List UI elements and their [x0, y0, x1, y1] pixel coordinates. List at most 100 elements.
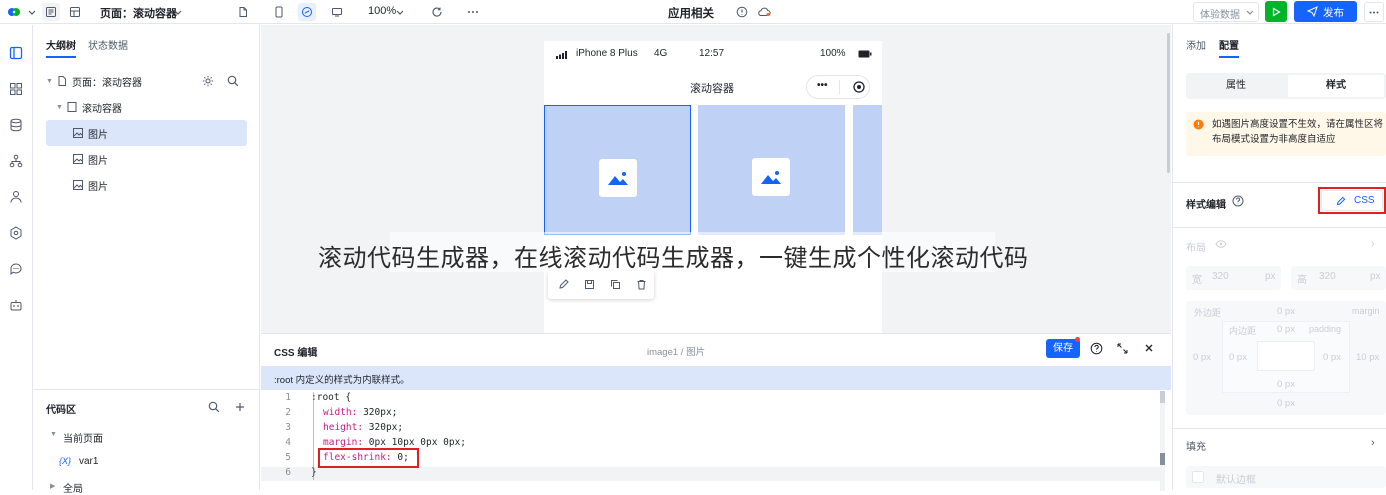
code-search-icon[interactable] [208, 401, 220, 413]
database-icon[interactable] [6, 115, 26, 135]
outline-panel-icon[interactable] [6, 43, 26, 63]
padding-right-value[interactable]: 0 px [1323, 352, 1341, 363]
fill-chevron-icon[interactable]: › [1371, 437, 1375, 449]
components-icon[interactable] [6, 79, 26, 99]
warning-icon [1193, 119, 1204, 130]
default-border-option[interactable]: 默认边框 [1186, 466, 1386, 488]
close-icon[interactable] [1143, 342, 1155, 354]
delete-icon[interactable] [636, 279, 647, 290]
zoom-chevron-icon[interactable] [394, 3, 406, 21]
experience-data-label: 体验数据 [1200, 10, 1240, 21]
tree-node-scroll-container[interactable]: ▼ 滚动容器 [46, 95, 247, 119]
layout-chevron-icon[interactable]: › [1371, 238, 1375, 250]
more-actions-button[interactable] [1364, 2, 1384, 22]
send-icon [1307, 6, 1318, 17]
image-card-partial[interactable] [853, 105, 882, 235]
settings-icon[interactable] [6, 223, 26, 243]
tree-node-page[interactable]: ▼ 页面：滚动容器 [46, 69, 247, 93]
status-battery: 100% [820, 48, 846, 59]
expand-caret-icon[interactable]: ▼ [56, 104, 66, 111]
help-icon[interactable] [1090, 342, 1103, 355]
user-permission-icon[interactable] [6, 187, 26, 207]
tree-node-image-selected[interactable]: 图片 [46, 120, 247, 146]
margin-top-value[interactable]: 0 px [1277, 306, 1295, 317]
expand-caret-icon[interactable]: ▼ [46, 78, 56, 85]
layout-view-icon[interactable] [66, 3, 84, 21]
app-logo-icon[interactable] [5, 3, 23, 21]
height-input[interactable]: 高 320 px [1291, 266, 1386, 290]
image-card-selected[interactable] [544, 105, 691, 235]
global-group[interactable]: 全局 [63, 480, 83, 495]
height-unit: px [1370, 271, 1381, 282]
preview-run-button[interactable] [1265, 1, 1287, 22]
battery-icon [858, 50, 872, 58]
cloud-sync-icon[interactable] [755, 3, 773, 21]
code-area[interactable]: 1:root { 2 width: 320px; 3 height: 320px; … [261, 391, 1171, 491]
experience-data-select[interactable]: 体验数据 [1193, 2, 1259, 22]
padding-top-value[interactable]: 0 px [1277, 324, 1295, 335]
expand-caret-icon[interactable]: ▼ [50, 431, 57, 438]
desktop-preview-icon[interactable] [328, 3, 346, 21]
divider [34, 389, 259, 390]
zoom-level[interactable]: 100% [368, 5, 396, 17]
margin-bottom-value[interactable]: 0 px [1277, 398, 1295, 409]
new-page-icon[interactable] [234, 3, 252, 21]
refresh-icon[interactable] [428, 3, 446, 21]
chat-icon[interactable] [6, 259, 26, 279]
more-icon[interactable] [464, 3, 482, 21]
css-button-label: CSS [1354, 195, 1375, 206]
chevron-down-icon[interactable] [26, 3, 38, 21]
collapse-caret-icon[interactable]: ▶ [50, 482, 55, 490]
tree-node-label: 图片 [88, 181, 108, 193]
miniprogram-capsule[interactable]: ••• [806, 75, 870, 99]
variable-item[interactable]: var1 [79, 456, 98, 467]
tab-config[interactable]: 配置 [1219, 37, 1239, 52]
tree-search-icon[interactable] [227, 75, 239, 87]
robot-icon[interactable] [6, 295, 26, 315]
margin-left-value[interactable]: 0 px [1193, 352, 1211, 363]
unsaved-dot [1075, 337, 1080, 342]
expand-icon[interactable] [1116, 342, 1129, 355]
code-scrollbar-track[interactable] [1160, 391, 1165, 491]
tab-state-data[interactable]: 状态数据 [88, 37, 128, 52]
segment-properties[interactable]: 属性 [1186, 73, 1286, 99]
add-code-icon[interactable] [234, 401, 246, 413]
default-border-checkbox[interactable] [1192, 471, 1204, 483]
padding-bottom-value[interactable]: 0 px [1277, 379, 1295, 390]
margin-en-label: margin [1352, 306, 1380, 316]
image-placeholder-icon [752, 158, 790, 196]
mobile-preview-icon[interactable] [270, 3, 288, 21]
fill-section-label: 填充 [1186, 442, 1206, 453]
save-icon[interactable] [584, 279, 595, 290]
info-icon[interactable] [733, 3, 751, 21]
eye-icon[interactable] [1215, 240, 1227, 248]
css-edit-button[interactable]: CSS [1321, 190, 1383, 211]
flow-icon[interactable] [6, 151, 26, 171]
publish-button[interactable]: 发布 [1294, 1, 1357, 22]
tab-outline-tree[interactable]: 大纲树 [46, 37, 76, 52]
page-settings-gear-icon[interactable] [202, 75, 214, 87]
css-save-button[interactable]: 保存 [1046, 339, 1080, 358]
segment-styles[interactable]: 样式 [1288, 75, 1384, 97]
tab-add[interactable]: 添加 [1186, 37, 1206, 52]
outline-view-icon[interactable] [42, 3, 60, 21]
tree-node-image[interactable]: 图片 [46, 147, 247, 171]
capsule-menu-icon[interactable]: ••• [817, 80, 828, 91]
code-scrollbar-thumb[interactable] [1160, 391, 1165, 403]
miniprogram-preview-icon[interactable] [298, 3, 316, 21]
capsule-close-icon[interactable] [853, 81, 865, 93]
page-selector-chevron-icon[interactable] [172, 3, 184, 21]
canvas-scrollbar[interactable] [1167, 33, 1170, 173]
copy-icon[interactable] [610, 279, 621, 290]
width-input[interactable]: 宽 320 px [1186, 266, 1281, 290]
margin-right-value[interactable]: 10 px [1356, 352, 1379, 363]
status-network: 4G [654, 48, 668, 59]
current-page-group[interactable]: 当前页面 [63, 430, 103, 445]
padding-left-value[interactable]: 0 px [1229, 352, 1247, 363]
page-selector[interactable]: 页面：滚动容器 [100, 5, 177, 21]
image-card[interactable] [698, 105, 845, 235]
edit-pencil-icon[interactable] [558, 279, 569, 290]
help-icon[interactable] [1232, 195, 1244, 207]
image-icon [73, 180, 83, 190]
tree-node-image[interactable]: 图片 [46, 173, 247, 197]
